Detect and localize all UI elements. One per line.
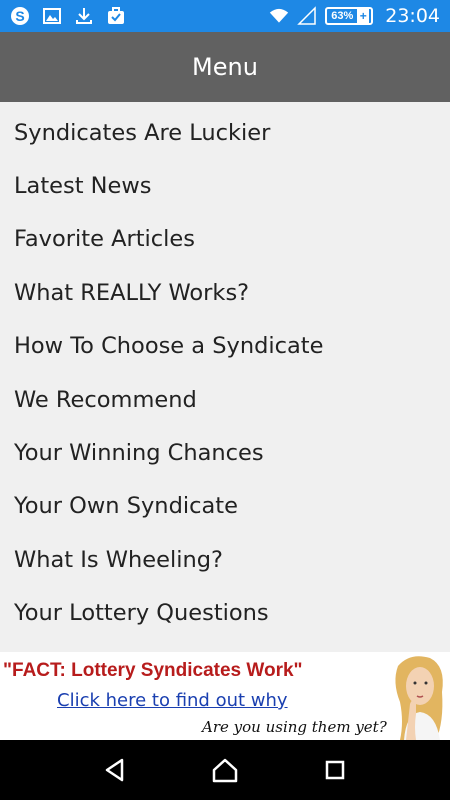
image-icon xyxy=(42,6,62,26)
menu-item-latest-news[interactable]: Latest News xyxy=(0,159,450,212)
menu-item-your-own-syndicate[interactable]: Your Own Syndicate xyxy=(0,480,450,533)
menu-item-syndicates-are-luckier[interactable]: Syndicates Are Luckier xyxy=(0,106,450,159)
sync-icon: S xyxy=(10,6,30,26)
navigation-bar xyxy=(0,740,450,800)
system-status: 63% + 23:04 xyxy=(269,5,450,27)
status-bar: S 63% + 23:04 xyxy=(0,0,450,32)
menu-item-how-to-choose-a-syndicate[interactable]: How To Choose a Syndicate xyxy=(0,320,450,373)
back-icon[interactable] xyxy=(95,750,135,790)
menu-item-your-lottery-questions[interactable]: Your Lottery Questions xyxy=(0,587,450,640)
wifi-icon xyxy=(269,6,289,26)
menu-item-what-is-wheeling[interactable]: What Is Wheeling? xyxy=(0,533,450,586)
clock: 23:04 xyxy=(385,5,440,27)
menu-item-your-winning-chances[interactable]: Your Winning Chances xyxy=(0,426,450,479)
menu-list: Syndicates Are Luckier Latest News Favor… xyxy=(0,106,450,640)
menu-item-we-recommend[interactable]: We Recommend xyxy=(0,373,450,426)
recent-apps-icon[interactable] xyxy=(315,750,355,790)
briefcase-check-icon xyxy=(106,6,126,26)
notification-icons: S xyxy=(0,6,126,26)
battery-percent: 63% xyxy=(331,10,354,22)
svg-text:S: S xyxy=(15,8,24,24)
battery-indicator: 63% + xyxy=(325,7,374,25)
page-title: Menu xyxy=(192,53,258,81)
signal-icon xyxy=(297,6,317,26)
menu-item-what-really-works[interactable]: What REALLY Works? xyxy=(0,266,450,319)
ad-headline: "FACT: Lottery Syndicates Work" xyxy=(3,660,303,681)
app-header: Menu xyxy=(0,32,450,102)
ad-banner[interactable]: "FACT: Lottery Syndicates Work" Click he… xyxy=(0,652,450,740)
thinking-woman-image xyxy=(395,656,443,740)
home-icon[interactable] xyxy=(205,750,245,790)
charging-icon: + xyxy=(357,9,370,23)
menu-item-favorite-articles[interactable]: Favorite Articles xyxy=(0,213,450,266)
ad-link[interactable]: Click here to find out why xyxy=(57,690,288,711)
download-icon xyxy=(74,6,94,26)
